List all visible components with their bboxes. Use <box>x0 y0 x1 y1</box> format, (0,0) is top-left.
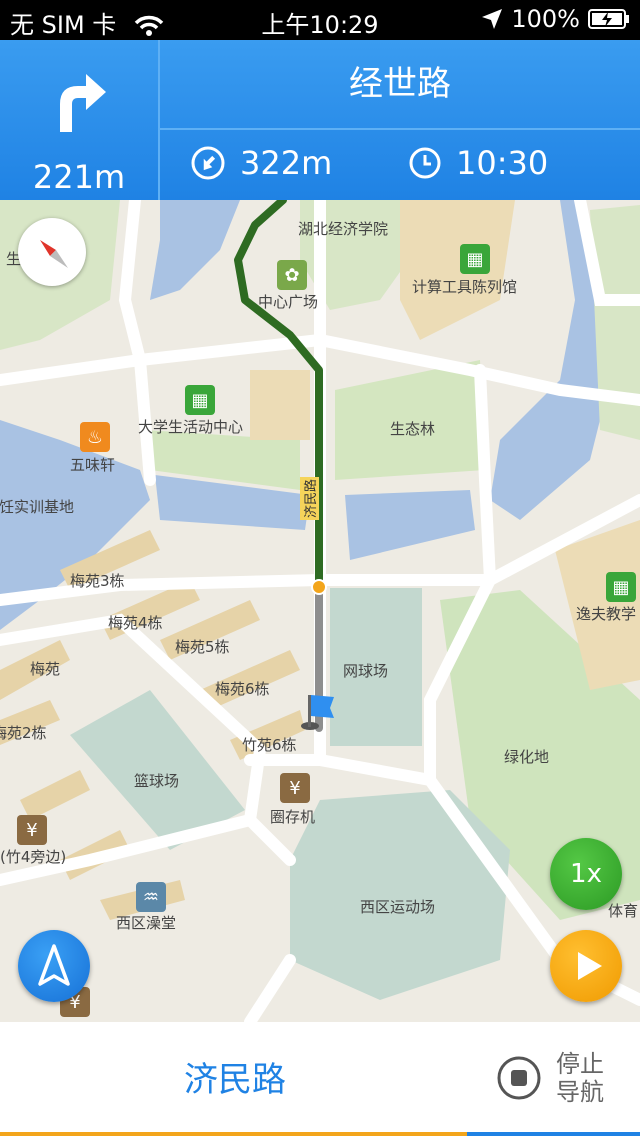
map-label: 网球场 <box>343 662 389 680</box>
route-progress-fill <box>0 1132 468 1136</box>
square-poi-icon: ✿ <box>277 260 307 290</box>
teaching-building-poi-icon: ▦ <box>606 572 636 602</box>
map-label: 梅苑5栋 <box>175 638 230 656</box>
map-label: 绿化地 <box>504 748 550 766</box>
map-label: 西区运动场 <box>360 898 436 916</box>
play-button[interactable] <box>550 930 622 1002</box>
eta-time: 10:30 <box>456 144 549 182</box>
navigation-arrow-icon <box>38 944 70 986</box>
current-position-dot <box>311 579 327 595</box>
map-label: 大学生活动中心 <box>138 418 244 436</box>
map-label: 梅苑6栋 <box>215 680 270 698</box>
restaurant-poi-icon: ♨ <box>80 422 110 452</box>
location-arrow-icon <box>482 9 503 29</box>
speed-button[interactable]: 1x <box>550 838 622 910</box>
map-label: (竹4旁边) <box>0 848 67 866</box>
stop-label-line1: 停止 <box>556 1050 604 1078</box>
map-label: 生态林 <box>390 420 436 438</box>
compass-icon <box>40 240 68 268</box>
map-label: 篮球场 <box>134 772 180 790</box>
distance-to-turn: 221m <box>32 158 126 196</box>
current-road-map-label: 济民路 <box>300 476 319 520</box>
map-label: 竹苑6栋 <box>242 736 297 754</box>
bottom-bar: 济民路 停止 导航 <box>0 1022 640 1136</box>
stop-icon <box>497 1056 541 1100</box>
campus-center <box>250 370 310 440</box>
map-label: 西区澡堂 <box>116 914 177 932</box>
map-label: 烹饪实训基地 <box>0 498 75 516</box>
student-center-poi-icon: ▦ <box>185 385 215 415</box>
navigation-header: 221m 经世路 322m 10:30 <box>0 40 640 200</box>
map-label: 梅苑3栋 <box>70 572 125 590</box>
eta-group: 10:30 <box>408 144 548 182</box>
map-label: 梅苑4栋 <box>108 614 163 632</box>
museum-poi-icon: ▦ <box>460 244 490 274</box>
map-label: 体育 <box>608 902 639 920</box>
route-distance-icon <box>191 146 225 180</box>
map-label: 逸夫教学 <box>576 605 637 623</box>
status-bar: 无 SIM 卡 上午10:29 100% <box>0 0 640 40</box>
locate-button[interactable] <box>18 930 90 1002</box>
map-label: 计算工具陈列馆 <box>412 278 518 296</box>
map-view[interactable]: ✿ ▦ ▦ ♨ ▦ ¥ ¥ ♒ ¥ 湖北经济学院 中心广场 计算工具陈列馆 大学… <box>0 200 640 1022</box>
trip-info: 322m 10:30 <box>160 130 640 200</box>
clock-icon <box>409 147 441 179</box>
map-label: 梅苑 <box>30 660 61 678</box>
turn-panel: 221m <box>0 40 160 200</box>
map-label: 梅苑2栋 <box>0 724 47 742</box>
atm-poi-icon: ¥ <box>280 773 310 803</box>
compass-button[interactable] <box>18 218 86 286</box>
remaining-distance: 322m <box>240 144 333 182</box>
battery-percent: 100% <box>511 5 580 33</box>
remaining-distance-group: 322m <box>190 144 332 182</box>
turn-right-icon <box>60 74 106 132</box>
play-icon <box>578 952 602 980</box>
stop-navigation-button[interactable]: 停止 导航 <box>496 1050 608 1106</box>
map-label: 五味轩 <box>70 456 116 474</box>
map-label: 中心广场 <box>258 293 319 311</box>
atm-poi-icon-2: ¥ <box>17 815 47 845</box>
stop-label-line2: 导航 <box>556 1078 604 1106</box>
current-road-name: 济民路 <box>184 1060 286 1100</box>
map-label: 湖北经济学院 <box>298 220 389 238</box>
battery-icon <box>588 9 629 29</box>
stop-navigation-label: 停止 导航 <box>556 1050 608 1106</box>
map-canvas <box>0 200 640 1022</box>
route-progress-bar <box>0 1132 640 1136</box>
status-right: 100% <box>481 5 630 33</box>
next-road-name: 经世路 <box>160 40 640 130</box>
map-label: 圈存机 <box>270 808 316 826</box>
bath-poi-icon: ♒ <box>136 882 166 912</box>
